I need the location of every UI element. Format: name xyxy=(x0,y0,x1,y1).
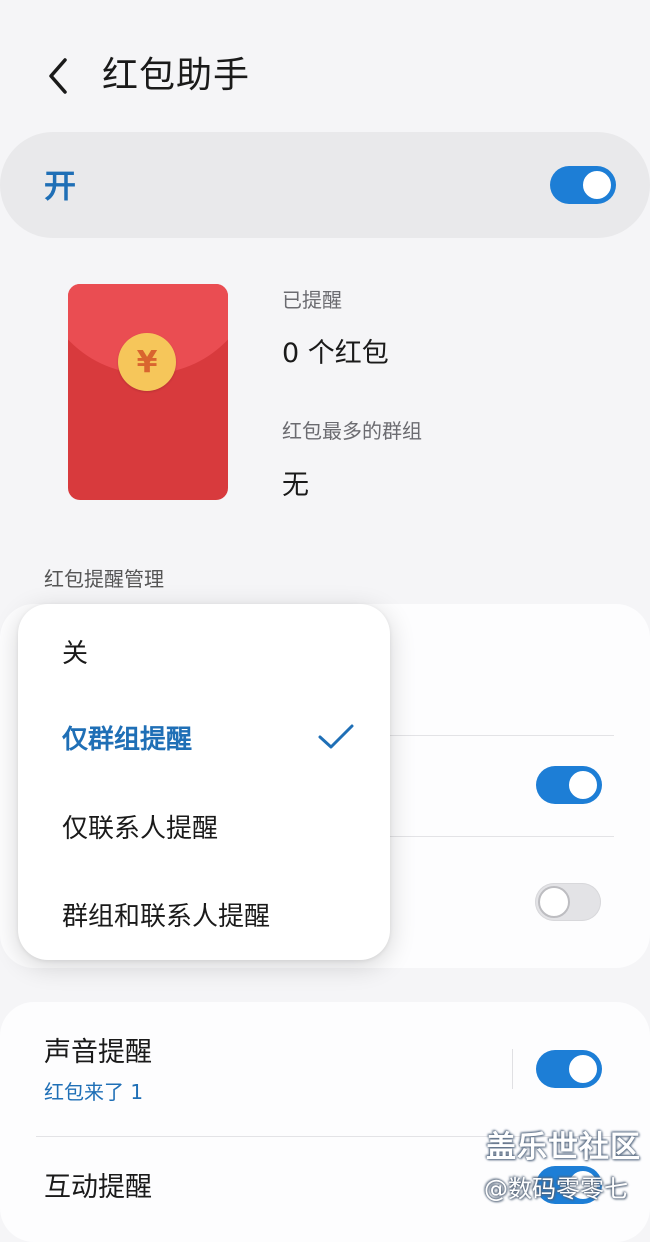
menu-item-contact-only[interactable]: 仅联系人提醒 xyxy=(62,811,218,847)
back-button[interactable] xyxy=(36,52,80,100)
sound-remind-title[interactable]: 声音提醒 xyxy=(44,1035,152,1071)
contact-remind-toggle[interactable] xyxy=(535,883,601,921)
red-envelope-icon: ¥ xyxy=(68,284,228,500)
toggle-knob xyxy=(538,886,570,918)
toggle-knob xyxy=(581,169,613,201)
divider xyxy=(390,735,614,736)
menu-item-off[interactable]: 关 xyxy=(62,636,88,672)
reminder-scope-popup: 关 仅群组提醒 仅联系人提醒 群组和联系人提醒 xyxy=(18,604,390,960)
page-title: 红包助手 xyxy=(102,55,251,96)
top-group-value: 无 xyxy=(282,470,309,501)
master-toggle[interactable] xyxy=(550,166,616,204)
master-switch-label: 开 xyxy=(44,167,77,205)
vertical-separator xyxy=(512,1049,513,1089)
top-group-label: 红包最多的群组 xyxy=(282,419,422,443)
toggle-knob xyxy=(567,1053,599,1085)
interaction-remind-title[interactable]: 互动提醒 xyxy=(44,1170,152,1206)
coin-icon: ¥ xyxy=(118,333,176,391)
reminded-value: 0 个红包 xyxy=(282,338,389,369)
sound-remind-subtitle: 红包来了 1 xyxy=(44,1080,144,1104)
menu-item-group-and-contact[interactable]: 群组和联系人提醒 xyxy=(62,899,270,935)
reminded-label: 已提醒 xyxy=(282,288,342,312)
watermark-author: @数码零零七 xyxy=(484,1175,628,1203)
checkmark-icon xyxy=(318,724,354,749)
divider xyxy=(390,836,614,837)
menu-item-group-only[interactable]: 仅群组提醒 xyxy=(62,722,192,758)
toggle-knob xyxy=(567,769,599,801)
group-remind-toggle[interactable] xyxy=(536,766,602,804)
section-title: 红包提醒管理 xyxy=(44,567,164,591)
watermark-title: 盖乐世社区 xyxy=(486,1130,641,1165)
sound-remind-toggle[interactable] xyxy=(536,1050,602,1088)
chevron-left-icon xyxy=(49,58,67,94)
